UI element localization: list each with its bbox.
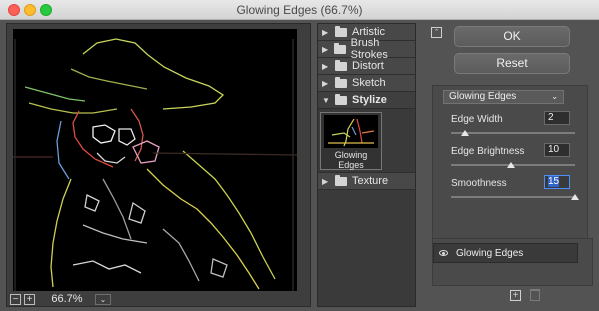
filter-gallery-list: ▶ Artistic ▶ Brush Strokes ▶ Distort ▶ S… (317, 23, 416, 307)
filter-gallery-window: − + 66.7% ⌄ ▶ Artistic ▶ Brush Strokes ▶… (0, 20, 599, 311)
edge-brightness-slider[interactable] (451, 162, 575, 168)
trash-icon (530, 289, 540, 301)
edge-brightness-label: Edge Brightness (451, 146, 525, 157)
filter-settings: Glowing Edges ⌄ Edge Width 2 Edge Bright… (432, 85, 588, 243)
category-label: Distort (352, 60, 384, 72)
smoothness-label: Smoothness (451, 178, 507, 189)
edge-width-input[interactable]: 2 (544, 111, 570, 125)
smoothness-slider-thumb[interactable] (571, 194, 579, 200)
edge-width-slider[interactable] (451, 130, 575, 136)
smoothness-input[interactable]: 15 (544, 175, 570, 189)
preview-image[interactable] (13, 29, 297, 291)
disclosure-down-icon: ▼ (322, 95, 330, 105)
zoom-dropdown[interactable]: ⌄ (95, 293, 111, 305)
title-bar: Glowing Edges (66.7%) (0, 0, 599, 20)
effect-layer-row[interactable]: Glowing Edges (433, 243, 578, 263)
window-title: Glowing Edges (66.7%) (236, 3, 363, 17)
preview-panel: − + 66.7% ⌄ (6, 23, 311, 307)
folder-open-icon (335, 93, 347, 105)
stylize-thumbnails: Glowing Edges (318, 109, 415, 173)
edge-width-label: Edge Width (451, 114, 503, 125)
folder-icon (335, 76, 347, 88)
zoom-in-button[interactable]: + (24, 293, 35, 305)
zoom-level: 66.7% (51, 293, 83, 305)
category-label: Stylize (352, 94, 387, 106)
category-stylize[interactable]: ▼ Stylize (318, 92, 415, 109)
smoothness-slider[interactable] (451, 194, 579, 200)
edge-brightness-input[interactable]: 10 (544, 143, 570, 157)
disclosure-right-icon: ▶ (322, 176, 329, 186)
category-brush-strokes[interactable]: ▶ Brush Strokes (318, 37, 415, 61)
thumbnail-image (324, 115, 378, 148)
smoothness-value: 15 (548, 176, 560, 187)
folder-icon (335, 59, 347, 71)
collapse-gallery-icon[interactable]: ⌃ (431, 27, 442, 38)
disclosure-right-icon: ▶ (322, 44, 329, 54)
glowing-edges-preview (13, 38, 297, 291)
category-distort[interactable]: ▶ Distort (318, 58, 415, 75)
category-label: Texture (352, 175, 389, 187)
effect-layers-panel: Glowing Edges (432, 238, 593, 286)
filter-select-value: Glowing Edges (449, 91, 517, 102)
edge-brightness-value: 10 (548, 144, 560, 155)
ok-button[interactable]: OK (454, 26, 570, 47)
category-label: Sketch (352, 77, 386, 89)
thumbnail-label: Glowing Edges (334, 150, 368, 170)
effect-layer-label: Glowing Edges (456, 248, 524, 259)
zoom-out-button[interactable]: − (10, 293, 21, 305)
zoom-controls: − + 66.7% ⌄ (10, 292, 111, 306)
category-sketch[interactable]: ▶ Sketch (318, 75, 415, 92)
category-texture[interactable]: ▶ Texture (318, 173, 415, 190)
thumbnail-art (328, 118, 375, 147)
new-effect-layer-icon[interactable]: + (510, 290, 521, 301)
eye-icon[interactable] (439, 250, 448, 256)
edge-width-slider-thumb[interactable] (460, 130, 469, 136)
edge-brightness-slider-thumb[interactable] (506, 162, 515, 168)
folder-icon (335, 25, 347, 37)
disclosure-right-icon: ▶ (322, 61, 329, 71)
chevron-down-icon: ⌄ (551, 92, 558, 101)
filter-thumbnail-glowing-edges[interactable]: Glowing Edges (320, 112, 382, 170)
edge-width-value: 2 (548, 112, 554, 123)
folder-icon (334, 42, 346, 54)
folder-icon (335, 174, 347, 186)
reset-button[interactable]: Reset (454, 53, 570, 74)
disclosure-right-icon: ▶ (322, 27, 329, 37)
filter-select-dropdown[interactable]: Glowing Edges ⌄ (443, 90, 564, 104)
disclosure-right-icon: ▶ (322, 78, 329, 88)
